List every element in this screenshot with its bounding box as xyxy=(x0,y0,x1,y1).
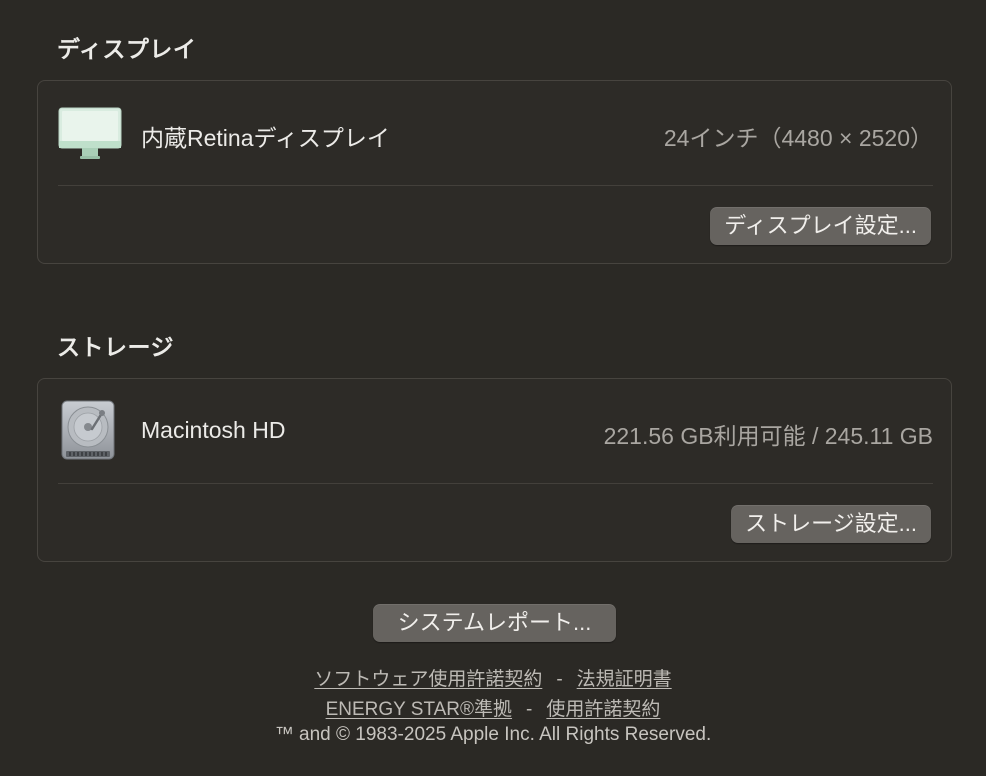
copyright-text: ™ and © 1983-2025 Apple Inc. All Rights … xyxy=(274,724,712,745)
display-name: 内蔵Retinaディスプレイ xyxy=(141,125,390,151)
energy-star-link[interactable]: ENERGY STAR®準拠 xyxy=(326,699,512,720)
display-resolution: 24インチ（4480 × 2520） xyxy=(663,125,933,151)
footer-separator: - xyxy=(556,669,563,690)
storage-section-title: ストレージ xyxy=(57,334,175,360)
hard-drive-icon xyxy=(58,399,118,466)
footer-links-row-1: ソフトウェア使用許諾契約 - 法規証明書 xyxy=(0,664,986,691)
storage-settings-button[interactable]: ストレージ設定... xyxy=(731,505,931,543)
imac-display-icon xyxy=(58,107,122,166)
display-settings-button[interactable]: ディスプレイ設定... xyxy=(710,207,931,245)
regulatory-certification-link[interactable]: 法規証明書 xyxy=(577,669,672,690)
software-license-link[interactable]: ソフトウェア使用許諾契約 xyxy=(314,669,542,690)
storage-name: Macintosh HD xyxy=(141,417,286,443)
display-section-title: ディスプレイ xyxy=(57,36,197,62)
storage-capacity: 221.56 GB利用可能 / 245.11 GB xyxy=(603,423,933,449)
footer-separator: - xyxy=(526,699,533,720)
display-panel: 内蔵Retinaディスプレイ 24インチ（4480 × 2520） ディスプレイ… xyxy=(37,80,952,264)
system-report-button[interactable]: システムレポート... xyxy=(373,604,616,642)
storage-panel: Macintosh HD 221.56 GB利用可能 / 245.11 GB ス… xyxy=(37,378,952,562)
footer-links-row-2: ENERGY STAR®準拠 - 使用許諾契約 xyxy=(0,694,986,721)
license-agreement-link[interactable]: 使用許諾契約 xyxy=(546,699,660,720)
storage-divider xyxy=(58,483,933,484)
display-divider xyxy=(58,185,933,186)
